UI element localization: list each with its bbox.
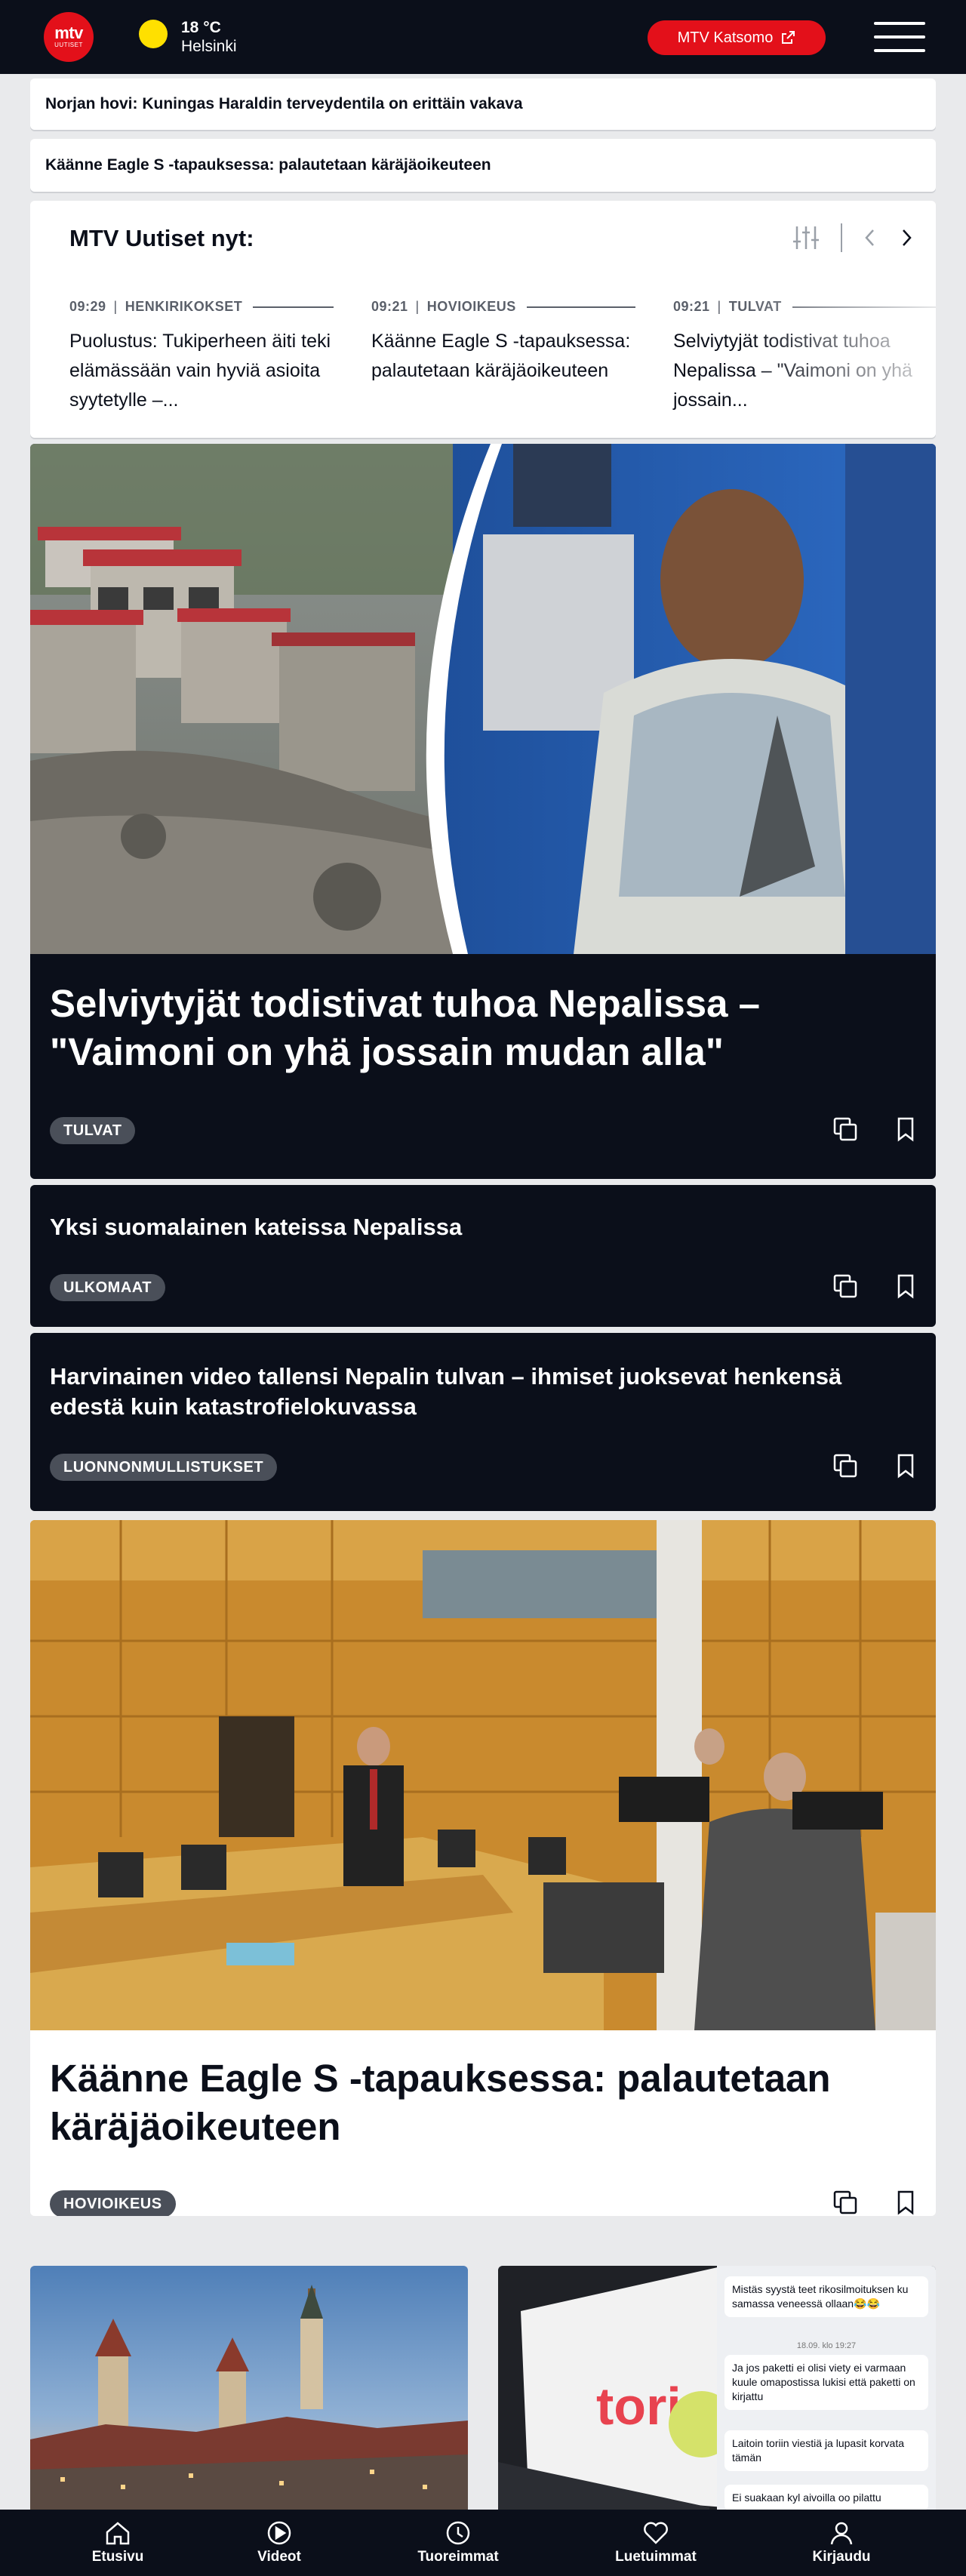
- breaking-alert-1[interactable]: Norjan hovi: Kuningas Haraldin terveyden…: [30, 78, 936, 130]
- alert-text: Käänne Eagle S -tapauksessa: palautetaan…: [45, 156, 491, 174]
- copy-link-icon[interactable]: [832, 2189, 859, 2216]
- top-bar: mtv UUTISET 18 °C Helsinki MTV Katsomo: [0, 0, 966, 74]
- chat-message: Mistäs syystä teet rikosilmoituksen ku s…: [724, 2276, 928, 2317]
- chevron-left-icon[interactable]: [862, 226, 878, 249]
- story-tile-tallinn[interactable]: [30, 2266, 468, 2515]
- nav-label: Luetuimmat: [615, 2549, 697, 2565]
- nav-videos[interactable]: Videot: [204, 2510, 355, 2576]
- clock-icon: [446, 2521, 470, 2545]
- heart-icon: [644, 2522, 668, 2544]
- nav-most-read[interactable]: Luetuimmat: [580, 2510, 731, 2576]
- carousel-fade: [747, 284, 936, 435]
- play-icon: [267, 2521, 291, 2545]
- story-tag[interactable]: HOVIOIKEUS: [50, 2190, 176, 2216]
- hamburger-line: [874, 49, 925, 52]
- bookmark-icon[interactable]: [892, 1116, 919, 1143]
- story-title[interactable]: Selviytyjät todistivat tuhoa Nepalissa –…: [50, 980, 895, 1076]
- story-card[interactable]: Harvinainen video tallensi Nepalin tulva…: [30, 1333, 936, 1511]
- tallinn-photo: [30, 2266, 468, 2515]
- temperature: 18 °C: [181, 19, 221, 36]
- story-card-hero[interactable]: Selviytyjät todistivat tuhoa Nepalissa –…: [30, 444, 936, 1179]
- news-meta: 09:21 | HOVIOIKEUS: [371, 299, 635, 315]
- chevron-right-icon[interactable]: [898, 226, 915, 249]
- news-item[interactable]: 09:29 | HENKIRIKOKSET Puolustus: Tukiper…: [69, 299, 334, 415]
- logo-subtext: UUTISET: [54, 42, 83, 48]
- weather-city: Helsinki: [181, 38, 237, 55]
- flood-photo: [30, 444, 936, 954]
- story-title[interactable]: Yksi suomalainen kateissa Nepalissa: [50, 1212, 462, 1242]
- menu-button[interactable]: [874, 22, 925, 52]
- news-meta: 09:29 | HENKIRIKOKSET: [69, 299, 334, 315]
- bottom-navigation: Etusivu Videot Tuoreimmat Luetuimmat Kir…: [0, 2510, 966, 2576]
- nav-label: Etusivu: [91, 2549, 144, 2565]
- bookmark-icon[interactable]: [892, 2189, 919, 2216]
- story-tile-tori[interactable]: tori Mistäs syystä teet rikosilmoituksen…: [498, 2266, 936, 2515]
- breaking-alert-2[interactable]: Käänne Eagle S -tapauksessa: palautetaan…: [30, 139, 936, 192]
- svg-text:tori: tori: [596, 2377, 681, 2436]
- latest-news-carousel: MTV Uutiset nyt: 09:29 | HENKIRIKOKSET P…: [30, 201, 936, 438]
- hamburger-line: [874, 22, 925, 25]
- divider: [841, 223, 842, 252]
- carousel-title: MTV Uutiset nyt:: [69, 225, 254, 251]
- story-tag[interactable]: LUONNONMULLISTUKSET: [50, 1454, 278, 1481]
- katsomo-label: MTV Katsomo: [677, 29, 774, 46]
- news-item[interactable]: 09:21 | HOVIOIKEUS Käänne Eagle S -tapau…: [371, 299, 635, 386]
- nav-login[interactable]: Kirjaudu: [766, 2510, 917, 2576]
- chat-message: Ei suakaan kyl aivoilla oo pilattu: [724, 2485, 928, 2511]
- courtroom-photo: [30, 1520, 936, 2030]
- nav-home[interactable]: Etusivu: [42, 2510, 193, 2576]
- news-time: 09:21: [371, 299, 408, 314]
- filter-sliders-icon[interactable]: [791, 223, 821, 252]
- nav-label: Videot: [257, 2549, 301, 2565]
- story-tag[interactable]: TULVAT: [50, 1117, 136, 1144]
- chat-message: Laitoin toriin viestiä ja lupasit korvat…: [724, 2430, 928, 2471]
- bookmark-icon[interactable]: [892, 1452, 919, 1479]
- nav-latest[interactable]: Tuoreimmat: [383, 2510, 534, 2576]
- nav-label: Tuoreimmat: [417, 2549, 499, 2565]
- story-title[interactable]: Harvinainen video tallensi Nepalin tulva…: [50, 1362, 910, 1422]
- logo-text: mtv: [54, 23, 83, 42]
- mtv-logo[interactable]: mtv UUTISET: [44, 12, 94, 62]
- chat-message: Ja jos paketti ei olisi viety ei varmaan…: [724, 2355, 928, 2410]
- story-card[interactable]: Yksi suomalainen kateissa Nepalissa ULKO…: [30, 1185, 936, 1327]
- story-tag[interactable]: ULKOMAAT: [50, 1274, 165, 1301]
- nav-label: Kirjaudu: [812, 2549, 871, 2565]
- chat-screenshot: Mistäs syystä teet rikosilmoituksen ku s…: [717, 2266, 936, 2515]
- user-icon: [830, 2522, 853, 2545]
- external-link-icon: [782, 31, 795, 44]
- story-title[interactable]: Käänne Eagle S -tapauksessa: palautetaan…: [50, 2054, 895, 2151]
- copy-link-icon[interactable]: [832, 1452, 859, 1479]
- weather-widget[interactable]: 18 °C Helsinki: [181, 18, 237, 56]
- hamburger-line: [874, 35, 925, 38]
- home-icon: [106, 2522, 130, 2545]
- news-title: Puolustus: Tukiperheen äiti teki elämäss…: [69, 331, 331, 411]
- bookmark-icon[interactable]: [892, 1273, 919, 1300]
- copy-link-icon[interactable]: [832, 1273, 859, 1300]
- sun-icon: [139, 20, 168, 48]
- news-time: 09:21: [673, 299, 710, 314]
- katsomo-button[interactable]: MTV Katsomo: [648, 20, 826, 55]
- chat-date: 18.09. klo 19:27: [796, 2341, 857, 2350]
- carousel-controls: [791, 223, 915, 252]
- news-time: 09:29: [69, 299, 106, 314]
- story-card-large[interactable]: Käänne Eagle S -tapauksessa: palautetaan…: [30, 1520, 936, 2216]
- news-category: HENKIRIKOKSET: [125, 299, 243, 314]
- alert-text: Norjan hovi: Kuningas Haraldin terveyden…: [45, 95, 523, 112]
- story-image: [30, 444, 936, 954]
- news-category: HOVIOIKEUS: [426, 299, 516, 314]
- news-title: Käänne Eagle S -tapauksessa: palautetaan…: [371, 331, 631, 381]
- copy-link-icon[interactable]: [832, 1116, 859, 1143]
